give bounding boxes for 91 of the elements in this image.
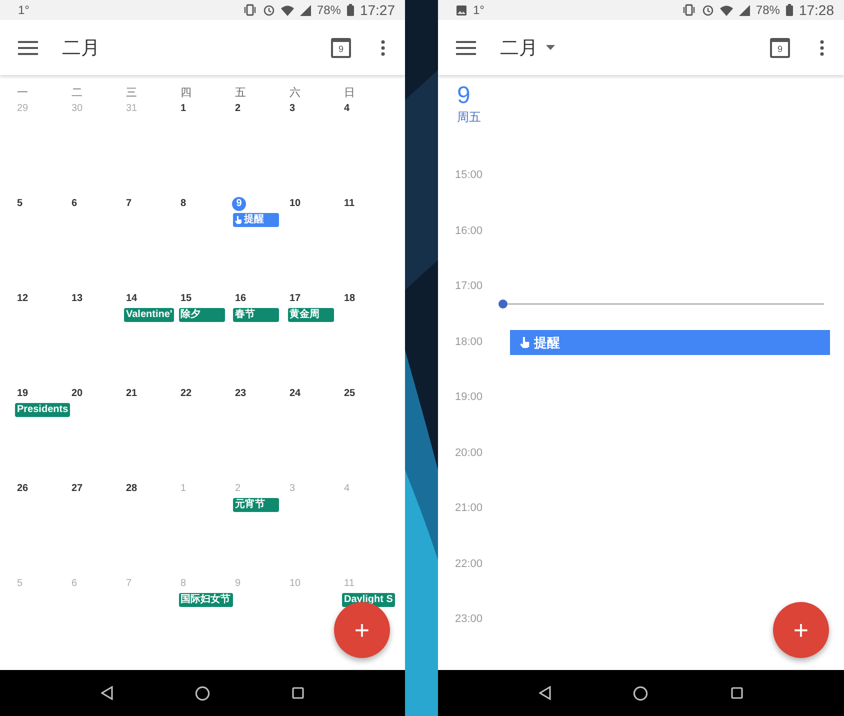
event-chip[interactable]: 春节 — [233, 308, 279, 322]
vibrate-icon — [682, 4, 696, 16]
day-number[interactable]: 20 — [68, 387, 83, 401]
day-number[interactable]: 16 — [232, 292, 246, 306]
battery-percentage: 78% — [316, 3, 341, 17]
day-number[interactable]: 7 — [123, 197, 137, 211]
battery-percentage: 78% — [756, 3, 780, 17]
day-number[interactable]: 12 — [14, 292, 28, 306]
day-number[interactable]: 21 — [123, 387, 138, 401]
back-icon[interactable] — [101, 686, 113, 700]
recents-icon[interactable] — [730, 687, 743, 699]
alarm-icon — [702, 4, 714, 16]
day-number[interactable]: 25 — [341, 387, 356, 401]
day-number[interactable]: 8 — [178, 197, 192, 211]
caret-icon — [546, 45, 555, 50]
hour-label: 21:00 — [455, 502, 483, 514]
clock-time: 17:28 — [798, 2, 834, 18]
day-number[interactable]: 1 — [178, 102, 192, 116]
wifi-icon — [280, 4, 294, 16]
day-number[interactable]: 17 — [286, 292, 301, 306]
day-number[interactable]: 23 — [232, 387, 246, 401]
menu-icon[interactable] — [18, 40, 38, 54]
day-number[interactable]: 22 — [178, 387, 192, 401]
today-button[interactable]: 9 — [770, 38, 790, 58]
add-button[interactable]: + — [773, 602, 829, 658]
alarm-icon — [262, 4, 275, 16]
day-number[interactable]: 18 — [341, 292, 356, 306]
hour-label: 16:00 — [455, 224, 483, 236]
weekday-label: 一 — [16, 86, 29, 100]
day-number[interactable]: 4 — [341, 102, 355, 116]
image-icon — [456, 4, 467, 16]
today-button[interactable]: 9 — [331, 38, 351, 58]
back-icon[interactable] — [539, 686, 552, 700]
day-number[interactable]: 3 — [286, 102, 300, 116]
signal-icon — [738, 4, 750, 16]
month-selector[interactable]: 二月 — [500, 34, 555, 60]
event-block[interactable]: 提醒 — [510, 330, 830, 355]
day-number: 9 — [457, 83, 472, 109]
hour-label: 22:00 — [455, 558, 483, 570]
event-chip[interactable]: Valentine' — [124, 308, 174, 322]
weekday-label: 日 — [343, 86, 356, 100]
wifi-icon — [720, 4, 733, 16]
notification-text: 1° — [473, 3, 484, 17]
month-selector[interactable]: 二月 — [62, 34, 100, 60]
event-chip[interactable]: 国际妇女节 — [178, 593, 232, 607]
home-icon[interactable] — [633, 686, 648, 700]
day-number[interactable]: 6 — [68, 197, 82, 211]
weekday-label: 周五 — [457, 109, 482, 126]
day-number[interactable]: 2 — [232, 102, 246, 116]
event-chip[interactable]: Presidents — [15, 403, 70, 417]
battery-icon — [786, 4, 793, 16]
signal-icon — [300, 4, 311, 16]
day-number[interactable]: 19 — [14, 387, 28, 401]
event-chip[interactable]: 提醒 — [233, 213, 279, 227]
more-icon[interactable] — [381, 40, 385, 56]
event-chip[interactable]: 元宵节 — [233, 498, 279, 512]
hand-icon — [235, 216, 242, 224]
day-number[interactable]: 15 — [178, 292, 192, 306]
more-icon[interactable] — [820, 40, 824, 56]
day-number[interactable]: 26 — [14, 482, 28, 496]
notification-text: 1° — [18, 3, 30, 17]
weekday-label: 五 — [234, 86, 247, 100]
day-number[interactable]: 11 — [341, 197, 355, 211]
hour-label: 23:00 — [455, 613, 483, 625]
menu-icon[interactable] — [456, 40, 476, 54]
day-number[interactable]: 27 — [68, 482, 83, 496]
event-chip[interactable]: 黄金周 — [288, 308, 334, 322]
event-title: 提醒 — [534, 334, 560, 352]
day-number[interactable]: 13 — [68, 292, 83, 306]
hand-icon — [520, 337, 530, 348]
clock-time: 17:27 — [360, 2, 395, 18]
day-number[interactable]: 14 — [123, 292, 138, 306]
hour-label: 20:00 — [455, 446, 483, 458]
home-icon[interactable] — [195, 686, 210, 700]
hour-label: 17:00 — [455, 280, 483, 292]
day-number[interactable]: 9 — [232, 197, 246, 211]
recents-icon[interactable] — [292, 687, 304, 699]
weekday-label: 三 — [125, 86, 138, 100]
weekday-label: 二 — [70, 86, 84, 100]
vibrate-icon — [242, 4, 257, 16]
weekday-label: 六 — [288, 86, 302, 100]
day-number[interactable]: 5 — [14, 197, 28, 211]
day-number[interactable]: 24 — [286, 387, 301, 401]
event-chip[interactable]: 除夕 — [178, 308, 224, 322]
day-number[interactable]: 10 — [286, 197, 301, 211]
hour-label: 15:00 — [455, 169, 483, 181]
hour-label: 18:00 — [455, 336, 483, 348]
battery-icon — [346, 4, 354, 16]
hour-label: 19:00 — [455, 391, 483, 403]
weekday-label: 四 — [180, 86, 192, 100]
day-number[interactable]: 28 — [123, 482, 138, 496]
